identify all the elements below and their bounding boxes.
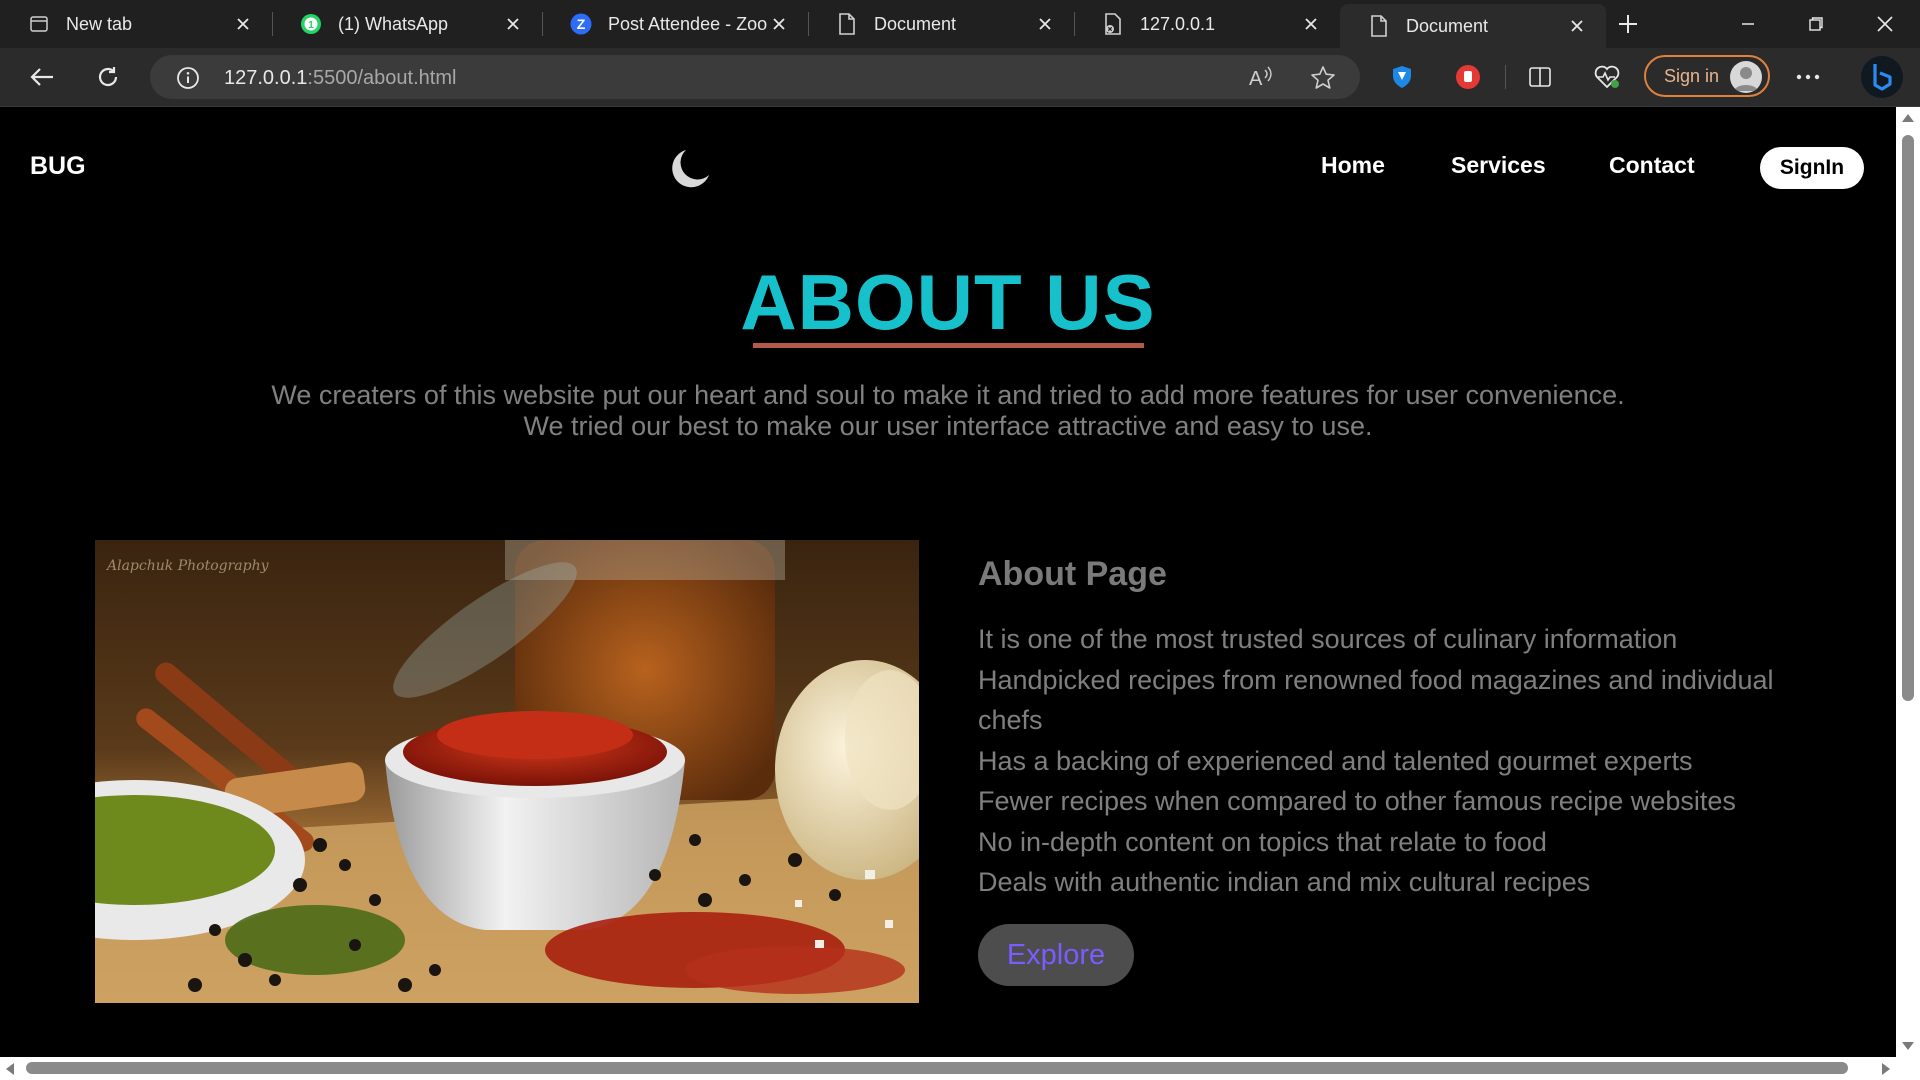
refresh-icon: [98, 67, 118, 87]
favorite-star-icon[interactable]: [1310, 65, 1336, 96]
minimize-icon: [1742, 23, 1754, 25]
tab-whatsapp[interactable]: 1 (1) WhatsApp: [272, 0, 542, 48]
nav-services[interactable]: Services: [1451, 152, 1546, 179]
moon-icon: [672, 150, 709, 188]
title-underline: [753, 343, 1144, 348]
tab-zoom[interactable]: Z Post Attendee - Zoom: [542, 0, 808, 48]
list-item: Fewer recipes when compared to other fam…: [978, 786, 1736, 816]
tab-title: Post Attendee - Zoom: [608, 13, 768, 34]
document-icon: [1368, 15, 1390, 37]
list-item: Deals with authentic indian and mix cult…: [978, 867, 1591, 897]
extension-shield-button[interactable]: [1380, 48, 1424, 106]
signin-label: Sign in: [1664, 65, 1720, 86]
list-item: Has a backing of experienced and talente…: [978, 745, 1693, 776]
dark-mode-toggle[interactable]: [668, 147, 712, 191]
vertical-scrollbar[interactable]: [1896, 107, 1920, 1057]
tab-title: Document: [1406, 15, 1489, 36]
heart-pulse-icon: [1594, 65, 1620, 89]
tab-title: New tab: [66, 13, 133, 34]
tab-new-tab[interactable]: New tab: [0, 0, 272, 48]
close-icon[interactable]: [1566, 15, 1588, 37]
split-screen-button[interactable]: [1518, 48, 1562, 106]
restore-icon: [1809, 17, 1823, 31]
back-arrow-icon: [30, 68, 53, 86]
close-icon[interactable]: [502, 13, 524, 35]
tab-document[interactable]: Document: [808, 0, 1074, 48]
copilot-button[interactable]: [1858, 48, 1906, 106]
read-aloud-icon[interactable]: A: [1248, 65, 1274, 94]
document-icon: [836, 13, 858, 35]
plus-icon: [1619, 15, 1637, 33]
minimize-button[interactable]: [1718, 0, 1778, 48]
photo-watermark: Alapchuk Photography: [105, 558, 270, 574]
back-button[interactable]: [20, 48, 64, 106]
browser-toolbar: 127.0.0.1:5500/about.html A Sign in: [0, 48, 1920, 107]
avatar-icon: [1730, 61, 1762, 93]
close-icon[interactable]: [1034, 13, 1056, 35]
restore-button[interactable]: [1786, 0, 1846, 48]
scroll-right-icon: [1882, 1063, 1890, 1075]
split-screen-icon: [1529, 67, 1551, 87]
about-heading: About Page: [978, 555, 1167, 593]
stop-hand-icon: [1456, 65, 1480, 89]
nav-home[interactable]: Home: [1321, 152, 1385, 179]
browser-essentials-button[interactable]: [1585, 48, 1629, 106]
intro-text: We creaters of this website put our hear…: [0, 380, 1896, 442]
tab-title: (1) WhatsApp: [338, 13, 449, 34]
more-dots-icon: [1796, 74, 1820, 80]
document-error-icon: [1102, 13, 1124, 35]
profile-signin-button[interactable]: Sign in: [1644, 55, 1770, 97]
toolbar-separator: [1505, 65, 1506, 89]
close-icon[interactable]: [768, 13, 790, 35]
zoom-letter: Z: [577, 16, 586, 32]
nav-contact[interactable]: Contact: [1609, 152, 1695, 179]
tab-title: Document: [874, 13, 957, 34]
vertical-scroll-thumb[interactable]: [1902, 135, 1914, 701]
refresh-button[interactable]: [86, 48, 130, 106]
explore-button[interactable]: Explore: [978, 924, 1134, 986]
info-icon[interactable]: [176, 66, 200, 95]
list-item: No in-depth content on topics that relat…: [978, 826, 1547, 857]
url-text: 127.0.0.1:5500/about.html: [224, 67, 456, 90]
url-host: 127.0.0.1: [224, 67, 308, 89]
close-window-button[interactable]: [1855, 0, 1915, 48]
url-path: :5500/about.html: [307, 67, 457, 89]
spices-photo: Alapchuk Photography: [95, 540, 919, 1003]
intro-line: We creaters of this website put our hear…: [271, 380, 1625, 410]
tab-strip: New tab 1 (1) WhatsApp Z Post Attendee -…: [0, 0, 1920, 48]
whatsapp-icon: 1: [300, 13, 322, 35]
extension-stop-button[interactable]: [1446, 48, 1490, 106]
close-icon[interactable]: [232, 13, 254, 35]
address-bar[interactable]: 127.0.0.1:5500/about.html A: [150, 55, 1360, 99]
page-title: ABOUT US: [740, 258, 1156, 346]
horizontal-scrollbar[interactable]: [0, 1057, 1920, 1080]
tab-document-active[interactable]: Document: [1340, 4, 1606, 48]
list-item: It is one of the most trusted sources of…: [978, 624, 1678, 654]
close-icon[interactable]: [1300, 13, 1322, 35]
shield-icon: [1393, 66, 1411, 88]
tab-localhost[interactable]: 127.0.0.1: [1074, 0, 1340, 48]
list-item: Handpicked recipes from renowned food ma…: [978, 664, 1774, 736]
new-tab-icon: [28, 13, 50, 35]
intro-line: We tried our best to make our user inter…: [523, 411, 1373, 441]
new-tab-button[interactable]: [1598, 0, 1658, 48]
scroll-down-icon: [1902, 1042, 1914, 1050]
page-viewport: BUG Home Services Contact SignIn ABOUT U…: [0, 107, 1896, 1057]
more-options-button[interactable]: [1786, 48, 1830, 106]
tab-title: 127.0.0.1: [1140, 13, 1216, 34]
svg-text:A: A: [1249, 68, 1263, 89]
scroll-up-icon: [1902, 114, 1914, 122]
close-icon: [1877, 16, 1893, 32]
bing-copilot-icon: [1861, 56, 1903, 98]
zoom-icon: Z: [570, 13, 592, 35]
scroll-left-icon: [6, 1063, 14, 1075]
site-brand[interactable]: BUG: [30, 152, 86, 181]
whatsapp-badge: 1: [308, 20, 314, 31]
signin-button[interactable]: SignIn: [1760, 147, 1864, 189]
horizontal-scroll-thumb[interactable]: [26, 1062, 1848, 1074]
feature-list: It is one of the most trusted sources of…: [978, 619, 1798, 903]
